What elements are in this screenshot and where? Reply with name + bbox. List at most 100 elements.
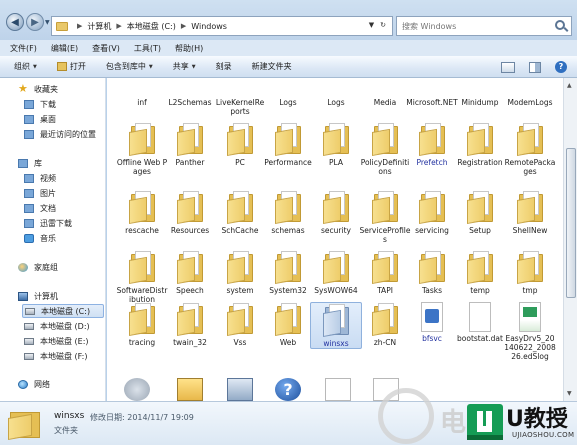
help-file-icon[interactable]: ? (275, 378, 301, 401)
breadcrumb-separator-icon[interactable]: ▶ (116, 22, 121, 30)
back-button[interactable]: ◀ (6, 13, 24, 31)
menu-edit[interactable]: 编辑(E) (51, 43, 78, 54)
search-box[interactable] (396, 16, 572, 36)
folder-item[interactable]: servicing (406, 190, 458, 235)
folder-label: inf (137, 98, 147, 107)
folder-item[interactable]: L2Schemas (164, 78, 216, 107)
folder-item[interactable]: Panther (164, 122, 216, 167)
folder-item[interactable]: ShellNew (504, 190, 556, 235)
nav-pictures[interactable]: 图片 (24, 186, 56, 200)
address-bar[interactable]: ▶ 计算机 ▶ 本地磁盘 (C:) ▶ Windows ▼ ↻ (51, 16, 393, 36)
folder-item[interactable]: Performance (262, 122, 314, 167)
folder-item[interactable]: EasyDrv5_20140622_200826.edSlog (504, 302, 556, 361)
new-folder-button[interactable]: 新建文件夹 (252, 61, 292, 72)
folder-item[interactable]: Tasks (406, 250, 458, 295)
folder-item[interactable]: temp (454, 250, 506, 295)
nav-documents[interactable]: 文档 (24, 201, 56, 215)
menu-help[interactable]: 帮助(H) (175, 43, 203, 54)
nav-music[interactable]: 音乐 (24, 231, 56, 245)
folder-item[interactable]: PolicyDefinitions (359, 122, 411, 176)
menu-file[interactable]: 文件(F) (10, 43, 37, 54)
folder-item[interactable]: Offline Web Pages (116, 122, 168, 176)
scroll-down-icon[interactable]: ▼ (567, 390, 572, 397)
folder-item[interactable]: tracing (116, 302, 168, 347)
breadcrumb-computer[interactable]: 计算机 (87, 21, 111, 32)
folder-item[interactable]: Logs (262, 78, 314, 107)
folder-item[interactable]: schemas (262, 190, 314, 235)
folder-item[interactable]: Web (262, 302, 314, 347)
folder-item[interactable]: bootstat.dat (454, 302, 506, 343)
recent-pages-dropdown-icon[interactable]: ▼ (45, 19, 50, 26)
include-in-library-button[interactable]: 包含到库中 ▼ (106, 61, 153, 72)
folder-item[interactable]: TAPI (359, 250, 411, 295)
folder-item[interactable]: ServiceProfiles (359, 190, 411, 244)
nav-downloads[interactable]: 下载 (24, 97, 56, 111)
folder-item[interactable]: zh-CN (359, 302, 411, 347)
nav-drive-c[interactable]: 本地磁盘 (C:) (22, 304, 104, 318)
folder-item[interactable]: RemotePackages (504, 122, 556, 176)
folder-item[interactable]: security (310, 190, 362, 235)
folder-item[interactable]: Setup (454, 190, 506, 235)
folder-item[interactable]: twain_32 (164, 302, 216, 347)
folder-item[interactable]: Vss (214, 302, 266, 347)
scroll-up-icon[interactable]: ▲ (567, 82, 572, 89)
folder-item[interactable]: Resources (164, 190, 216, 235)
vertical-scrollbar[interactable]: ▲ ▼ (563, 78, 577, 401)
menu-view[interactable]: 查看(V) (92, 43, 120, 54)
folder-item[interactable]: Logs (310, 78, 362, 107)
folder-item[interactable]: ModemLogs (504, 78, 556, 107)
folder-item[interactable]: system (214, 250, 266, 295)
partial-file-icon[interactable] (124, 378, 150, 401)
folder-item[interactable]: SchCache (214, 190, 266, 235)
breadcrumb-windows[interactable]: Windows (191, 22, 227, 31)
folder-item[interactable]: tmp (504, 250, 556, 295)
folder-item[interactable]: Minidump (454, 78, 506, 107)
nav-recent-places[interactable]: 最近访问的位置 (24, 127, 96, 141)
refresh-icon[interactable]: ↻ (380, 21, 386, 29)
preview-pane-icon[interactable] (529, 61, 541, 73)
folder-item[interactable]: Speech (164, 250, 216, 295)
share-button[interactable]: 共享 ▼ (173, 61, 196, 72)
help-icon[interactable]: ? (555, 61, 567, 73)
folder-item[interactable]: System32 (262, 250, 314, 295)
folder-item[interactable]: bfsvc (406, 302, 458, 343)
search-icon[interactable] (555, 20, 565, 30)
scrollbar-thumb[interactable] (566, 148, 576, 298)
folder-item[interactable]: winsxs (310, 302, 362, 349)
breadcrumb-drive-c[interactable]: 本地磁盘 (C:) (127, 21, 176, 32)
nav-xunlei-downloads[interactable]: 迅雷下载 (24, 216, 72, 230)
nav-homegroup[interactable]: 家庭组 (18, 260, 58, 274)
folder-item[interactable]: LiveKernelReports (214, 78, 266, 116)
nav-drive-f[interactable]: 本地磁盘 (F:) (24, 349, 87, 363)
folder-item[interactable]: PC (214, 122, 266, 167)
breadcrumb-separator-icon[interactable]: ▶ (181, 22, 186, 30)
nav-desktop[interactable]: 桌面 (24, 112, 56, 126)
nav-network[interactable]: 网络 (18, 377, 50, 391)
search-input[interactable] (402, 21, 550, 31)
partial-file-icon[interactable] (177, 378, 203, 401)
folder-item[interactable]: SoftwareDistribution (116, 250, 168, 304)
nav-favorites[interactable]: ★ 收藏夹 (18, 82, 58, 96)
address-dropdown-icon[interactable]: ▼ (369, 21, 374, 29)
organize-button[interactable]: 组织 ▼ (14, 61, 37, 72)
folder-item[interactable]: PLA (310, 122, 362, 167)
nav-libraries[interactable]: 库 (18, 156, 42, 170)
change-view-icon[interactable] (501, 61, 515, 73)
nav-drive-e[interactable]: 本地磁盘 (E:) (24, 334, 89, 348)
forward-button[interactable]: ▶ (26, 13, 44, 31)
partial-file-icon[interactable] (325, 378, 351, 401)
burn-button[interactable]: 刻录 (216, 61, 232, 72)
menu-tools[interactable]: 工具(T) (134, 43, 161, 54)
folder-item[interactable]: rescache (116, 190, 168, 235)
folder-item[interactable]: Prefetch (406, 122, 458, 167)
folder-item[interactable]: Microsoft.NET (406, 78, 458, 107)
folder-item[interactable]: SysWOW64 (310, 250, 362, 295)
folder-item[interactable]: Registration (454, 122, 506, 167)
nav-videos[interactable]: 视频 (24, 171, 56, 185)
folder-item[interactable]: inf (116, 78, 168, 107)
open-button[interactable]: 打开 (56, 61, 86, 72)
nav-drive-d[interactable]: 本地磁盘 (D:) (24, 319, 90, 333)
partial-file-icon[interactable] (227, 378, 253, 401)
nav-computer[interactable]: 计算机 (18, 289, 58, 303)
folder-item[interactable]: Media (359, 78, 411, 107)
